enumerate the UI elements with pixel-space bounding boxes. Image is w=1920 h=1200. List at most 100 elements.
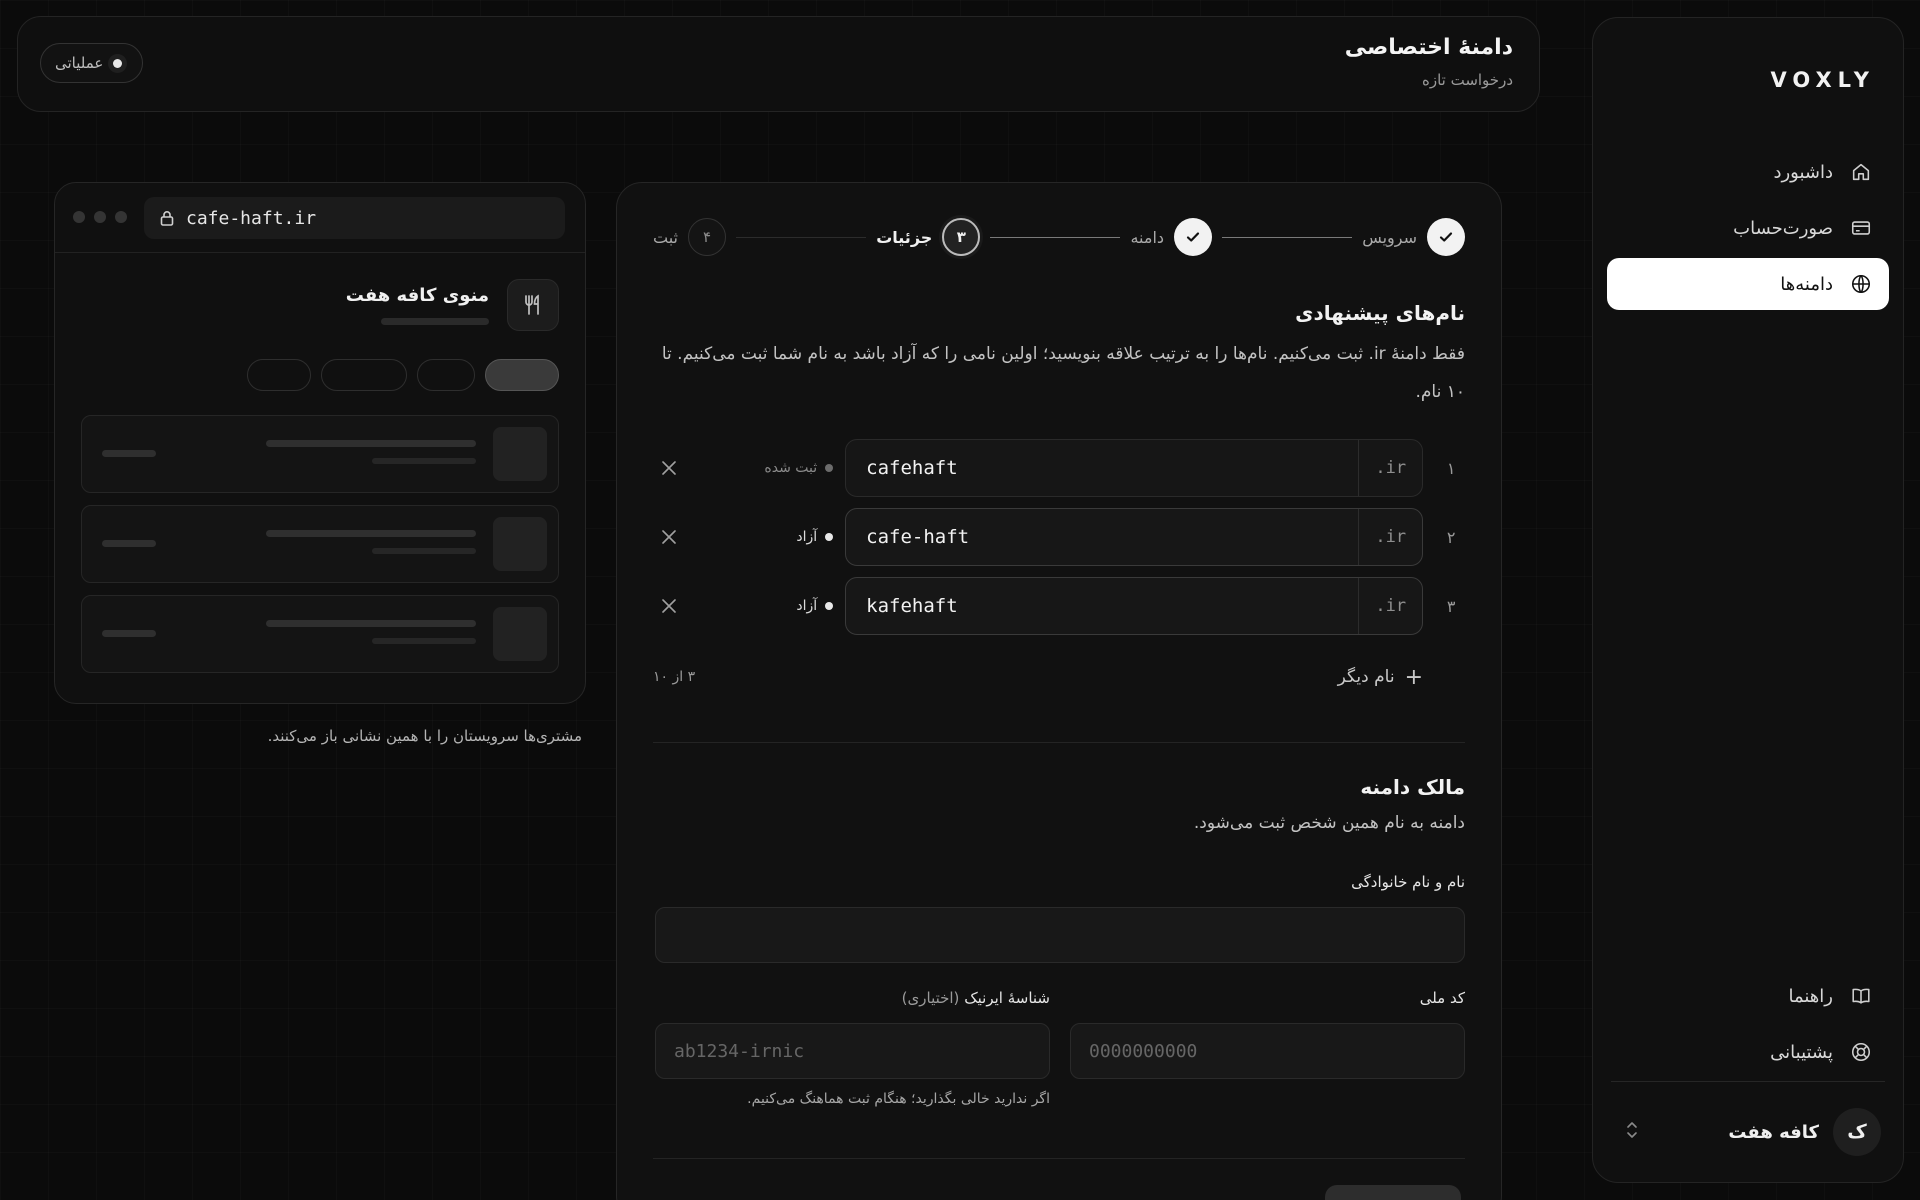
step-label: ثبت (653, 227, 679, 247)
sidebar-item-guide[interactable]: راهنما (1607, 970, 1889, 1022)
skeleton-chip (485, 359, 559, 391)
availability-label: آزاد (796, 529, 818, 545)
sidebar-item-domains[interactable]: دامنه‌ها (1607, 258, 1889, 310)
skeleton-chip (321, 359, 407, 391)
step-details: ۳ جزئیات (876, 218, 981, 256)
sidebar-item-billing[interactable]: صورت‌حساب (1607, 202, 1889, 254)
workspace-switcher[interactable]: ک کافه هفت (1611, 1104, 1885, 1160)
row-number: ۱ (1446, 458, 1456, 478)
site-preview: cafe-haft.ir منوی کافه هفت (54, 182, 586, 704)
domain-name-row: ۲ .ir cafe-haft آزاد (653, 508, 1465, 566)
skeleton-line (381, 318, 489, 325)
preview-menu-list (81, 415, 559, 685)
availability-badge: ثبت شده (685, 460, 834, 476)
page-title: دامنهٔ اختصاصی (1344, 35, 1513, 60)
skeleton-line (102, 540, 156, 547)
step-connector (990, 236, 1121, 238)
preview-url: cafe-haft.ir (186, 207, 317, 229)
skeleton-line (102, 450, 156, 457)
sidebar-item-label: راهنما (1788, 985, 1833, 1007)
sidebar-item-label: پشتیبانی (1770, 1041, 1833, 1063)
section-description-names: فقط دامنهٔ ir. ثبت می‌کنیم. نام‌ها را به… (661, 344, 1465, 402)
status-dot-icon (825, 533, 834, 541)
skeleton-line (372, 638, 476, 644)
status-dot-icon (825, 464, 834, 472)
step-label: جزئیات (876, 227, 933, 247)
skeleton-line (266, 620, 476, 627)
domain-name-row: ۳ .ir kafehaft آزاد (653, 577, 1465, 635)
sidebar-item-label: دامنه‌ها (1780, 273, 1833, 295)
skeleton-menu-item (81, 415, 559, 493)
skeleton-thumb (493, 427, 547, 481)
status-badge: عملیاتی (40, 43, 144, 83)
domain-name-input[interactable]: .ir kafehaft (845, 577, 1424, 635)
step-connector (736, 236, 867, 238)
domain-name-input[interactable]: .ir cafe-haft (845, 508, 1424, 566)
availability-label: ثبت شده (764, 460, 818, 476)
irnic-input[interactable]: ab1234-irnic (655, 1023, 1050, 1079)
app-logo: VOXLY (1770, 68, 1875, 92)
skeleton-chip (417, 359, 475, 391)
step-domain: دامنه (1130, 218, 1213, 256)
sidebar-divider (1611, 1081, 1885, 1082)
preview-title: منوی کافه هفت (345, 285, 489, 306)
name-count: ۳ از ۱۰ (653, 669, 696, 685)
section-description-owner: دامنه به نام همین شخص ثبت می‌شود. (1193, 813, 1465, 833)
sidebar-item-dashboard[interactable]: داشبورد (1607, 146, 1889, 198)
avatar: ک (1833, 1108, 1881, 1156)
section-divider (653, 1158, 1465, 1159)
fullname-label: نام و نام خانوادگی (1351, 873, 1465, 891)
workspace-name: کافه هفت (1728, 1121, 1819, 1143)
sidebar-bottom-nav: راهنما پشتیبانی (1607, 970, 1889, 1082)
skeleton-menu-item (81, 595, 559, 673)
status-dot-icon (825, 602, 834, 610)
add-name-button[interactable]: + نام دیگر (1338, 665, 1423, 690)
national-id-input[interactable]: 0000000000 (1070, 1023, 1465, 1079)
lifebuoy-icon (1849, 1040, 1873, 1064)
window-dot (94, 211, 106, 223)
remove-name-button[interactable] (653, 521, 685, 553)
optional-tag: (اختیاری) (901, 989, 960, 1007)
skeleton-line (372, 548, 476, 554)
window-dot (115, 211, 127, 223)
step-connector (1222, 236, 1353, 238)
close-icon (662, 599, 676, 613)
check-icon (1174, 218, 1213, 256)
domain-name-input[interactable]: .ir cafehaft (845, 439, 1424, 497)
sidebar-item-support[interactable]: پشتیبانی (1607, 1026, 1889, 1078)
row-number: ۲ (1446, 527, 1456, 547)
sidebar-nav: داشبورد صورت‌حساب دامنه‌ها (1607, 146, 1889, 314)
browser-bar: cafe-haft.ir (55, 183, 585, 253)
skeleton-line (266, 530, 476, 537)
fork-knife-icon (507, 279, 559, 331)
page-subtitle: درخواست تازه (1421, 71, 1513, 89)
domain-name-value: cafe-haft (866, 526, 970, 548)
availability-badge: آزاد (685, 529, 834, 545)
home-icon (1849, 160, 1873, 184)
chevron-up-down-icon (1615, 1120, 1639, 1144)
availability-badge: آزاد (685, 598, 834, 614)
remove-name-button[interactable] (653, 590, 685, 622)
continue-button[interactable] (1325, 1185, 1461, 1200)
domain-name-value: cafehaft (866, 457, 958, 479)
add-name-row: + نام دیگر ۳ از ۱۰ (653, 659, 1465, 695)
preview-header: منوی کافه هفت (346, 279, 559, 331)
irnic-label-text: شناسهٔ ایرنیک (964, 989, 1050, 1007)
domain-name-row: ۱ .ir cafehaft ثبت شده (653, 439, 1465, 497)
row-number: ۳ (1446, 596, 1456, 616)
window-dot (73, 211, 85, 223)
remove-name-button[interactable] (653, 452, 685, 484)
skeleton-line (102, 630, 156, 637)
skeleton-menu-item (81, 505, 559, 583)
book-icon (1849, 984, 1873, 1008)
fullname-input[interactable] (655, 907, 1465, 963)
step-label: دامنه (1130, 227, 1165, 247)
stepper: سرویس دامنه ۳ جزئیات ۴ ثبت (653, 217, 1465, 257)
irnic-hint: اگر ندارید خالی بگذارید؛ هنگام ثبت هماهن… (747, 1091, 1050, 1107)
close-icon (662, 461, 676, 475)
skeleton-thumb (493, 607, 547, 661)
step-label: سرویس (1362, 227, 1417, 247)
lock-icon (160, 211, 174, 226)
domain-request-form: سرویس دامنه ۳ جزئیات ۴ ثبت نام‌های پیشنه… (616, 182, 1502, 1200)
section-title-owner: مالک دامنه (1360, 775, 1465, 799)
